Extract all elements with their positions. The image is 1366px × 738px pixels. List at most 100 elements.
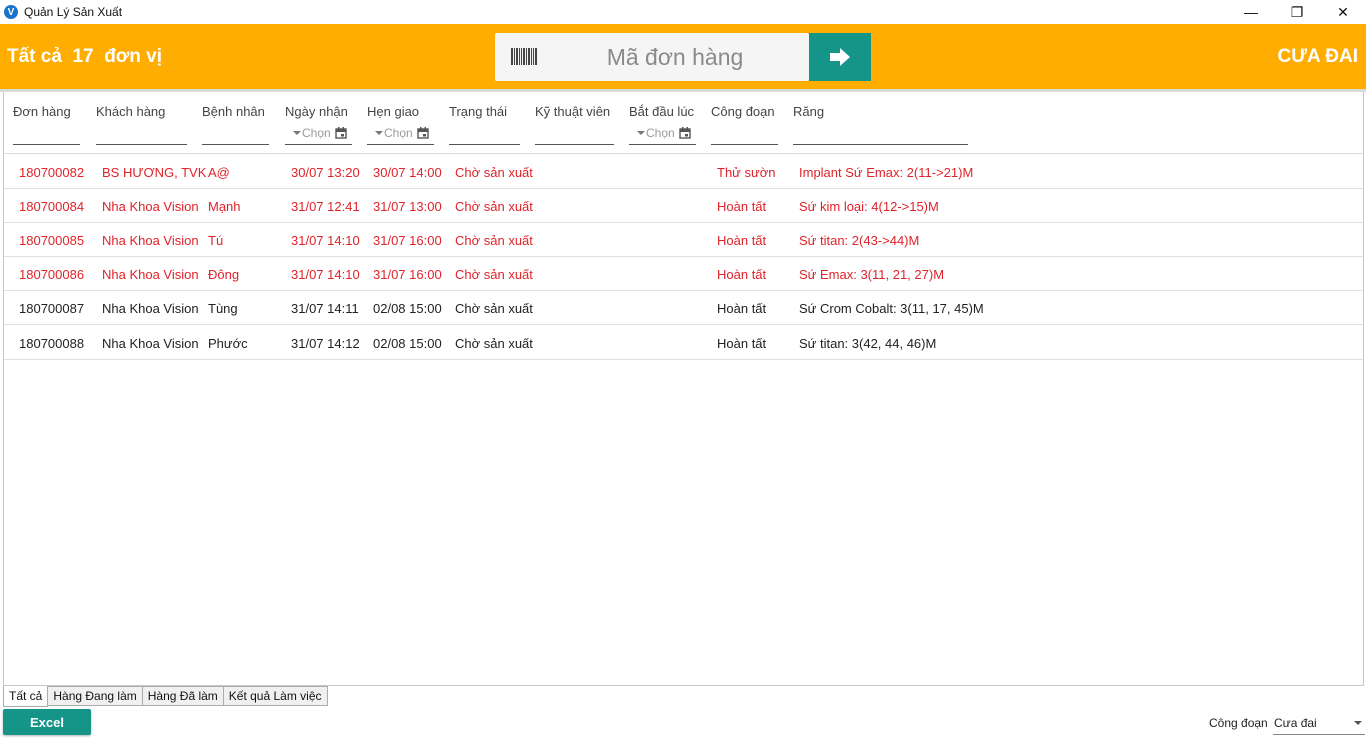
date-filter-due[interactable]: Chọn (375, 126, 429, 140)
cell-teeth: Sứ Emax: 3(11, 21, 27)M (799, 267, 945, 282)
cell-patient: Phước (208, 336, 248, 351)
filter-due[interactable] (367, 144, 434, 145)
date-filter-placeholder: Chọn (384, 126, 413, 140)
unit-count: 17 (72, 46, 94, 67)
cell-order: 180700084 (19, 199, 85, 214)
cell-received: 30/07 13:20 (291, 165, 360, 180)
stage-selector-label: Công đoạn (1209, 716, 1268, 730)
cell-customer: BS HƯƠNG, TVK (102, 165, 207, 180)
tab-in-progress[interactable]: Hàng Đang làm (47, 686, 143, 706)
view-tabs: Tất cả Hàng Đang làm Hàng Đã làm Kết quả… (3, 686, 328, 707)
cell-stage: Hoàn tất (717, 336, 767, 351)
tab-work-results[interactable]: Kết quả Làm việc (222, 686, 328, 706)
cell-received: 31/07 14:10 (291, 233, 360, 248)
tab-all[interactable]: Tất cả (3, 686, 49, 707)
cell-received: 31/07 12:41 (291, 199, 360, 214)
cell-patient: A@ (208, 165, 230, 180)
date-filter-started[interactable]: Chọn (637, 126, 691, 140)
cell-order: 180700085 (19, 233, 85, 248)
cell-teeth: Implant Sứ Emax: 2(11->21)M (799, 165, 974, 180)
cell-teeth: Sứ Crom Cobalt: 3(11, 17, 45)M (799, 301, 984, 316)
table-row[interactable]: 180700086 Nha Khoa Vision Đông 31/07 14:… (4, 257, 1363, 291)
cell-customer: Nha Khoa Vision (102, 267, 199, 282)
cell-due: 02/08 15:00 (373, 301, 442, 316)
column-header-customer[interactable]: Khách hàng (96, 104, 165, 119)
cell-customer: Nha Khoa Vision (102, 336, 199, 351)
current-stage-title: CƯA ĐAI (1277, 46, 1359, 67)
cell-teeth: Sứ titan: 3(42, 44, 46)M (799, 336, 937, 351)
table-row[interactable]: 180700082 BS HƯƠNG, TVK A@ 30/07 13:20 3… (4, 155, 1363, 189)
orders-grid: Đơn hàng Khách hàng Bệnh nhân Ngày nhận … (3, 92, 1364, 686)
cell-stage: Hoàn tất (717, 199, 767, 214)
column-header-started[interactable]: Bắt đầu lúc (629, 104, 694, 119)
cell-teeth: Sứ titan: 2(43->44)M (799, 233, 920, 248)
header-bar: Tất cả 17 đơn vị CƯA ĐAI (0, 24, 1366, 90)
close-button[interactable]: ✕ (1320, 0, 1366, 24)
chevron-down-icon (375, 131, 383, 135)
app-logo-icon: V (4, 5, 18, 19)
stage-selector-value: Cưa đai (1274, 716, 1317, 730)
order-search-box (495, 33, 809, 81)
filter-status[interactable] (449, 144, 520, 145)
column-header-order[interactable]: Đơn hàng (13, 104, 71, 119)
chevron-down-icon (293, 131, 301, 135)
column-header-status[interactable]: Trạng thái (449, 104, 507, 119)
filter-patient[interactable] (202, 144, 269, 145)
minimize-button[interactable]: — (1228, 0, 1274, 24)
date-filter-placeholder: Chọn (302, 126, 331, 140)
cell-patient: Mạnh (208, 199, 241, 214)
excel-export-button[interactable]: Excel (3, 709, 91, 735)
cell-order: 180700086 (19, 267, 85, 282)
cell-received: 31/07 14:10 (291, 267, 360, 282)
table-row[interactable]: 180700088 Nha Khoa Vision Phước 31/07 14… (4, 326, 1363, 360)
table-row[interactable]: 180700087 Nha Khoa Vision Tùng 31/07 14:… (4, 291, 1363, 325)
unit-count-summary: Tất cả 17 đơn vị (7, 46, 162, 68)
cell-due: 31/07 16:00 (373, 267, 442, 282)
restore-button[interactable]: ❐ (1274, 0, 1320, 24)
cell-status: Chờ sản xuất (455, 233, 533, 248)
barcode-icon[interactable] (511, 48, 537, 65)
cell-customer: Nha Khoa Vision (102, 301, 199, 316)
cell-status: Chờ sản xuất (455, 336, 533, 351)
stage-selector[interactable]: Cưa đai (1273, 710, 1365, 735)
grid-header: Đơn hàng Khách hàng Bệnh nhân Ngày nhận … (4, 92, 1363, 154)
column-header-technician[interactable]: Kỹ thuật viên (535, 104, 610, 119)
filter-technician[interactable] (535, 144, 614, 145)
filter-customer[interactable] (96, 144, 187, 145)
cell-patient: Tú (208, 233, 224, 248)
column-header-teeth[interactable]: Răng (793, 104, 824, 119)
cell-stage: Thử sườn (717, 165, 776, 180)
chevron-down-icon (637, 131, 645, 135)
window-controls: — ❐ ✕ (1228, 0, 1366, 24)
date-filter-received[interactable]: Chọn (293, 126, 347, 140)
column-header-received[interactable]: Ngày nhận (285, 104, 348, 119)
table-row[interactable]: 180700085 Nha Khoa Vision Tú 31/07 14:10… (4, 223, 1363, 257)
filter-stage[interactable] (711, 144, 778, 145)
filter-received[interactable] (285, 144, 352, 145)
cell-due: 02/08 15:00 (373, 336, 442, 351)
cell-stage: Hoàn tất (717, 301, 767, 316)
filter-started[interactable] (629, 144, 696, 145)
column-header-stage[interactable]: Công đoạn (711, 104, 775, 119)
column-header-due[interactable]: Hẹn giao (367, 104, 419, 119)
filter-teeth[interactable] (793, 144, 968, 145)
column-header-patient[interactable]: Bệnh nhân (202, 104, 265, 119)
calendar-icon[interactable] (678, 127, 691, 139)
table-row[interactable]: 180700084 Nha Khoa Vision Mạnh 31/07 12:… (4, 189, 1363, 223)
tab-done[interactable]: Hàng Đã làm (141, 686, 224, 706)
calendar-icon[interactable] (416, 127, 429, 139)
cell-patient: Tùng (208, 301, 238, 316)
cell-teeth: Sứ kim loại: 4(12->15)M (799, 199, 939, 214)
search-go-button[interactable] (809, 33, 871, 81)
cell-order: 180700082 (19, 165, 85, 180)
cell-order: 180700087 (19, 301, 85, 316)
arrow-right-icon (830, 48, 850, 66)
date-filter-placeholder: Chọn (646, 126, 675, 140)
order-code-input[interactable] (555, 41, 795, 73)
calendar-icon[interactable] (334, 127, 347, 139)
chevron-down-icon (1354, 721, 1362, 725)
cell-received: 31/07 14:11 (291, 301, 359, 316)
cell-received: 31/07 14:12 (291, 336, 360, 351)
cell-customer: Nha Khoa Vision (102, 233, 199, 248)
filter-order[interactable] (13, 144, 80, 145)
